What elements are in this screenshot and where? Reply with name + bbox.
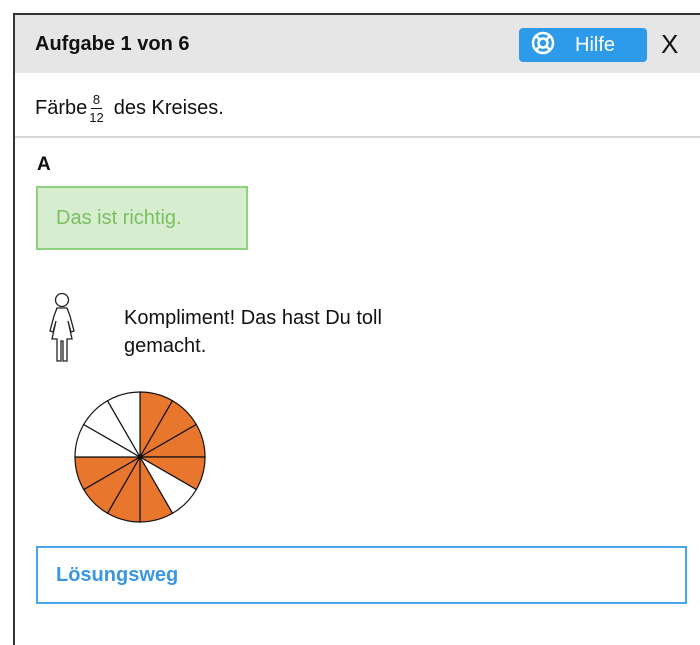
lifebuoy-icon xyxy=(531,31,555,60)
person-icon xyxy=(43,291,81,368)
task-title: Aufgabe 1 von 6 xyxy=(35,33,190,55)
solution-button[interactable]: Lösungsweg xyxy=(36,546,687,604)
fraction: 8 12 xyxy=(89,93,103,124)
divider xyxy=(15,136,700,138)
praise-message: Kompliment! Das hast Du toll gemacht. xyxy=(124,307,382,357)
correct-feedback-box: Das ist richtig. xyxy=(36,186,248,250)
fraction-circle[interactable] xyxy=(70,387,210,527)
task-suffix: des Kreises. xyxy=(113,97,224,119)
fraction-denominator: 12 xyxy=(89,110,104,125)
solution-label: Lösungsweg xyxy=(56,563,179,586)
task-header: Aufgabe 1 von 6 Hilfe X xyxy=(15,15,700,73)
task-window: Aufgabe 1 von 6 Hilfe X Färbe 8 12 des K… xyxy=(13,13,700,645)
task-instruction: Färbe 8 12 des Kreises. xyxy=(35,93,224,124)
feedback-text: Das ist richtig. xyxy=(56,206,182,229)
fraction-numerator: 8 xyxy=(90,92,103,109)
part-label: A xyxy=(37,154,51,175)
help-button-label: Hilfe xyxy=(575,33,616,56)
close-button[interactable]: X xyxy=(661,29,678,60)
task-prefix: Färbe xyxy=(35,97,88,119)
help-button[interactable]: Hilfe xyxy=(519,28,647,62)
